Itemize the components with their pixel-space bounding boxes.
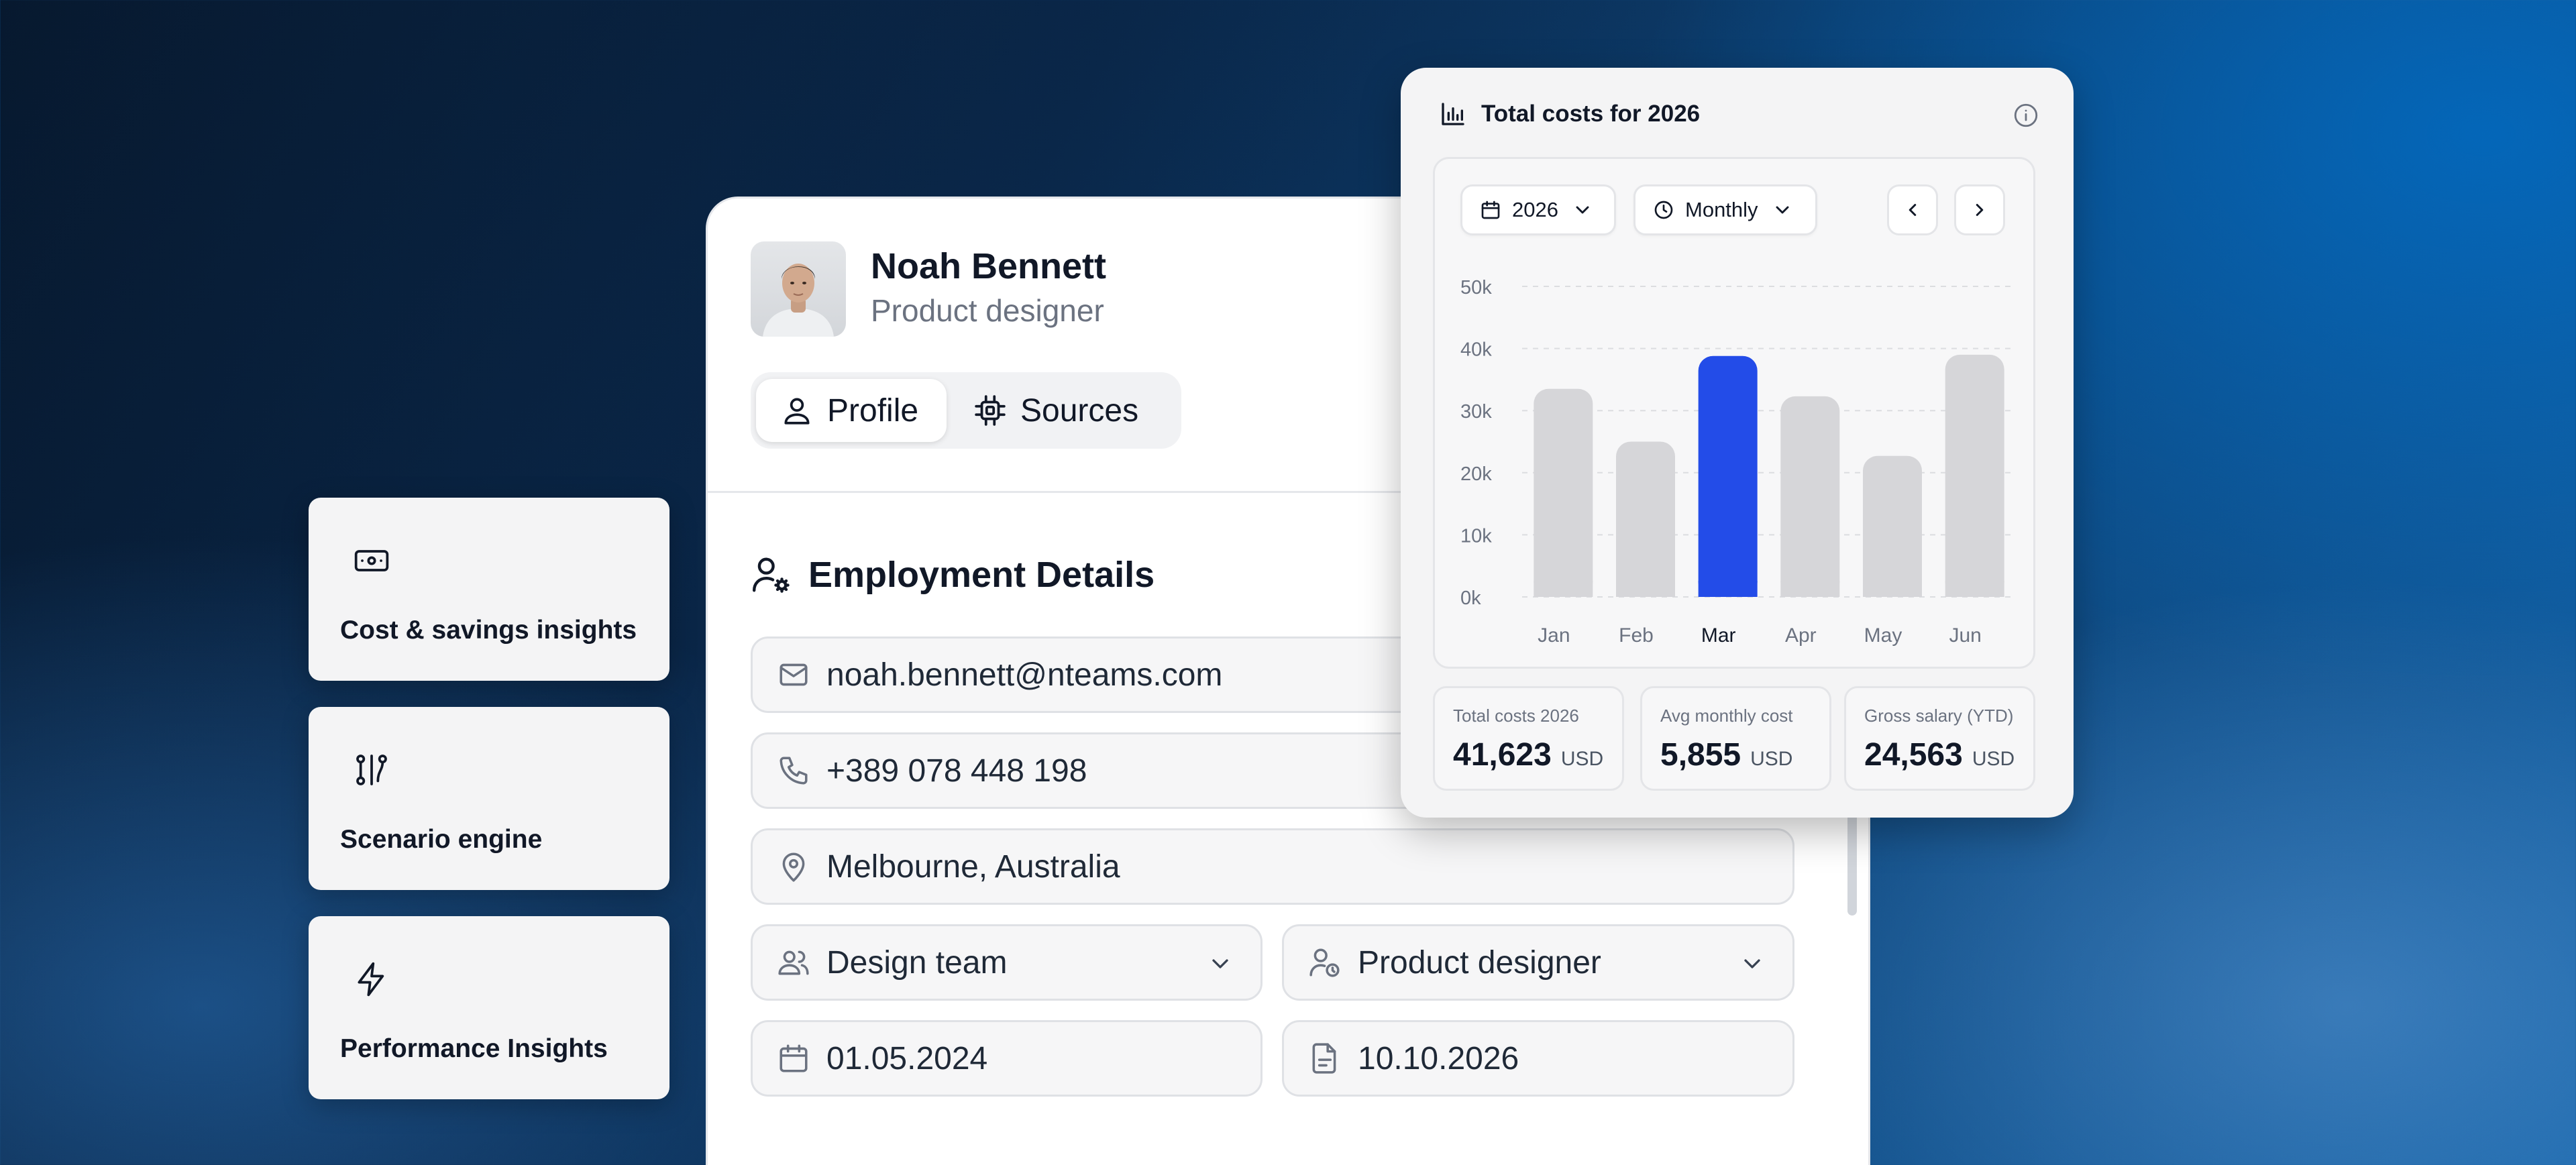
bar-mar[interactable] xyxy=(1698,355,1758,597)
tab-sources[interactable]: Sources xyxy=(952,379,1173,442)
y-tick-label: 20k xyxy=(1460,463,1492,485)
stat-value: 24,563 xyxy=(1864,737,1963,773)
stat-label: Total costs 2026 xyxy=(1453,706,1579,726)
bar-chart-icon xyxy=(1440,101,1481,127)
chip-icon xyxy=(973,394,1020,427)
previous-button[interactable] xyxy=(1887,184,1938,235)
calendar-icon xyxy=(1481,201,1500,219)
stat-value: 41,623 xyxy=(1453,737,1552,773)
email-value: noah.bennett@nteams.com xyxy=(826,657,1223,693)
bar-may[interactable] xyxy=(1863,455,1922,597)
user-icon xyxy=(780,394,827,427)
feature-card-cost-savings[interactable]: Cost & savings insights xyxy=(309,498,669,681)
y-tick-label: 30k xyxy=(1460,401,1492,423)
year-select-value: 2026 xyxy=(1512,198,1558,221)
user-clock-icon xyxy=(1309,948,1340,977)
bar-base xyxy=(1698,581,1758,597)
stat-label: Gross salary (YTD) xyxy=(1864,706,2014,726)
period-select[interactable]: Monthly xyxy=(1633,184,1817,235)
bar-feb[interactable] xyxy=(1616,441,1675,598)
stat-avg-monthly: Avg monthly cost 5,855 USD xyxy=(1640,686,1831,791)
chevron-down-icon xyxy=(1744,959,1760,968)
bar-base xyxy=(1616,581,1675,597)
stat-unit: USD xyxy=(1972,748,2015,770)
team-value: Design team xyxy=(826,944,1008,981)
x-tick-label: Jun xyxy=(1949,624,1981,647)
x-tick-label: Feb xyxy=(1619,624,1654,647)
map-pin-icon xyxy=(782,852,805,882)
document-icon xyxy=(1312,1043,1336,1074)
phone-value: +389 078 448 198 xyxy=(826,753,1087,789)
costs-title: Total costs for 2026 xyxy=(1440,101,1700,127)
avatar xyxy=(751,241,846,337)
x-tick-label: Mar xyxy=(1701,624,1736,647)
bar-base xyxy=(1945,581,2004,597)
bar-base xyxy=(1863,581,1922,597)
phone-icon xyxy=(780,757,808,785)
tab-label: Sources xyxy=(1020,392,1139,429)
y-tick-label: 10k xyxy=(1460,525,1492,547)
feature-label: Cost & savings insights xyxy=(340,616,637,645)
chevron-right-icon xyxy=(1976,204,1984,216)
monthly-costs-chart: 0k 10k 20k 30k 40k 50k Jan Feb Mar Apr May Jun xyxy=(1460,277,2016,647)
next-button[interactable] xyxy=(1954,184,2005,235)
bar-apr[interactable] xyxy=(1780,396,1840,597)
zap-icon xyxy=(353,960,390,998)
section-title: Employment Details xyxy=(751,554,1155,596)
year-select[interactable]: 2026 xyxy=(1460,184,1616,235)
x-tick-label: May xyxy=(1864,624,1902,647)
end-date-value: 10.10.2026 xyxy=(1358,1040,1519,1076)
chevron-down-icon xyxy=(1576,206,1589,214)
x-tick-label: Apr xyxy=(1785,624,1817,647)
bar-jan[interactable] xyxy=(1534,388,1593,597)
profile-tabs: Profile Sources xyxy=(751,372,1181,449)
route-icon xyxy=(353,751,390,789)
feature-card-scenario-engine[interactable]: Scenario engine xyxy=(309,707,669,890)
tab-label: Profile xyxy=(827,392,919,429)
section-title-text: Employment Details xyxy=(808,555,1155,595)
stat-gross-salary: Gross salary (YTD) 24,563 USD xyxy=(1844,686,2035,791)
employee-role: Product designer xyxy=(871,293,1104,328)
stat-total-costs: Total costs 2026 41,623 USD xyxy=(1433,686,1624,791)
team-select[interactable]: Design team xyxy=(751,924,1263,1001)
stat-unit: USD xyxy=(1560,748,1604,770)
feature-card-performance-insights[interactable]: Performance Insights xyxy=(309,916,669,1099)
feature-label: Performance Insights xyxy=(340,1034,608,1063)
x-tick-label: Jan xyxy=(1538,624,1570,647)
location-value: Melbourne, Australia xyxy=(826,848,1120,885)
bar-base xyxy=(1780,581,1840,597)
start-date-value: 01.05.2024 xyxy=(826,1040,988,1076)
chart-panel: 2026 Monthly 0k 10k 20k 30k 40k 50k Jan Feb Mar xyxy=(1433,157,2035,669)
chevron-down-icon xyxy=(1212,959,1228,968)
users-icon xyxy=(778,950,809,975)
y-tick-label: 40k xyxy=(1460,339,1492,361)
user-settings-icon xyxy=(751,554,808,596)
banknote-icon xyxy=(353,542,390,579)
y-tick-label: 0k xyxy=(1460,588,1481,609)
end-date-field[interactable]: 10.10.2026 xyxy=(1282,1020,1794,1097)
stat-label: Avg monthly cost xyxy=(1660,706,1793,726)
feature-label: Scenario engine xyxy=(340,825,543,854)
stat-value: 5,855 xyxy=(1660,737,1741,773)
bar-jun[interactable] xyxy=(1945,354,2004,597)
scrollbar[interactable] xyxy=(1847,812,1857,916)
costs-title-text: Total costs for 2026 xyxy=(1481,101,1701,127)
period-select-value: Monthly xyxy=(1685,198,1758,221)
position-select[interactable]: Product designer xyxy=(1282,924,1794,1001)
employee-name: Noah Bennett xyxy=(871,246,1106,286)
tab-profile[interactable]: Profile xyxy=(756,379,947,442)
calendar-icon xyxy=(780,1044,808,1072)
mail-icon xyxy=(780,663,808,686)
location-field[interactable]: Melbourne, Australia xyxy=(751,828,1794,905)
chevron-left-icon xyxy=(1909,204,1917,216)
start-date-field[interactable]: 01.05.2024 xyxy=(751,1020,1263,1097)
y-tick-label: 50k xyxy=(1460,277,1492,298)
chevron-down-icon xyxy=(1776,206,1789,214)
bar-base xyxy=(1534,581,1593,597)
costs-card: Total costs for 2026 2026 Monthly 0k 10k… xyxy=(1401,68,2074,818)
clock-icon xyxy=(1654,201,1673,219)
position-value: Product designer xyxy=(1358,944,1601,981)
stat-unit: USD xyxy=(1750,748,1793,770)
info-icon[interactable] xyxy=(2012,101,2040,129)
